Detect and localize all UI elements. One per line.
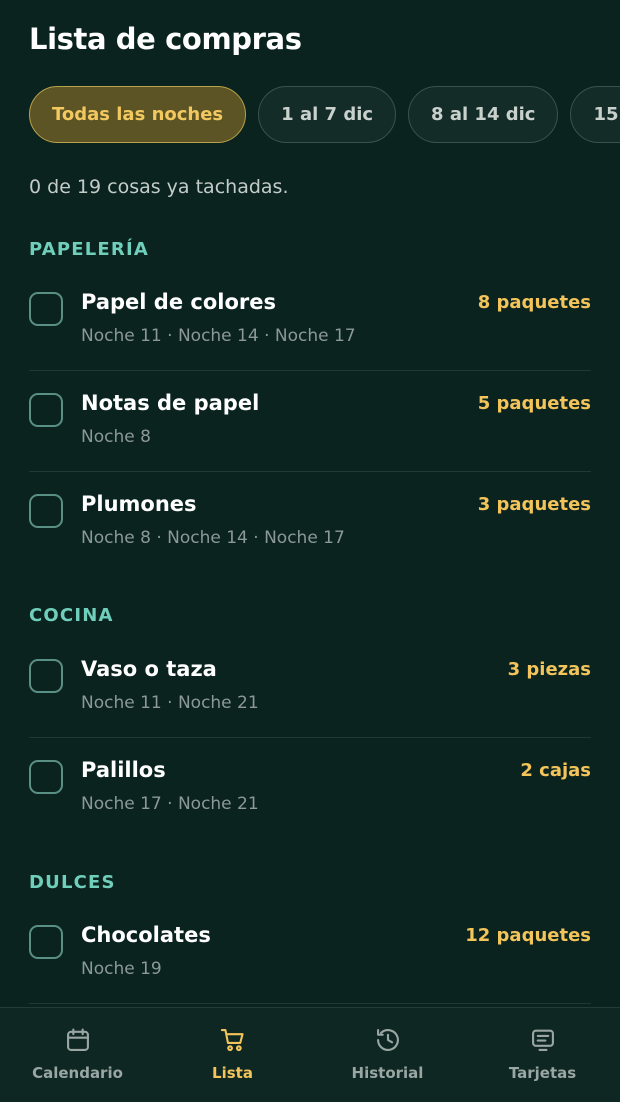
nav-label: Lista [212, 1064, 253, 1082]
cards-icon [531, 1029, 554, 1051]
nav-label: Calendario [32, 1064, 123, 1082]
item-quantity: 12 paquetes [465, 925, 591, 946]
nav-label: Historial [351, 1064, 424, 1082]
item-nights: Noche 17 · Noche 21 [81, 794, 259, 814]
date-filter-chips: Todas las noches 1 al 7 dic 8 al 14 dic … [29, 86, 620, 144]
nav-item-historial[interactable]: Historial [310, 1008, 465, 1102]
nav-item-calendario[interactable]: Calendario [0, 1008, 155, 1102]
nav-item-lista[interactable]: Lista [155, 1008, 310, 1102]
item-checkbox[interactable] [29, 659, 63, 693]
item-quantity: 3 paquetes [477, 494, 591, 515]
chip-week-1[interactable]: 1 al 7 dic [258, 86, 397, 143]
item-name: Chocolates [81, 923, 211, 947]
item-name: Papel de colores [81, 290, 276, 314]
item-name: Plumones [81, 492, 197, 516]
item-name: Vaso o taza [81, 657, 217, 681]
item-checkbox[interactable] [29, 760, 63, 794]
item-checkbox[interactable] [29, 925, 63, 959]
item-nights: Noche 8 · Noche 14 · Noche 17 [81, 528, 345, 548]
item-checkbox[interactable] [29, 494, 63, 528]
calendar-icon [66, 1028, 89, 1051]
item-nights: Noche 11 · Noche 14 · Noche 17 [81, 326, 356, 346]
cart-icon [220, 1029, 244, 1052]
item-nights: Noche 11 · Noche 21 [81, 693, 259, 713]
list-item: Notas de papel Noche 8 5 paquetes [29, 371, 591, 472]
item-quantity: 3 piezas [507, 659, 591, 680]
item-quantity: 8 paquetes [477, 292, 591, 313]
bottom-nav: Calendario Lista Historial Tarjetas [0, 1007, 620, 1102]
page-title: Lista de compras [29, 22, 302, 56]
chip-week-2[interactable]: 8 al 14 dic [408, 86, 559, 143]
history-icon [376, 1029, 399, 1051]
section-header-cocina: COCINA [29, 605, 114, 626]
item-quantity: 2 cajas [520, 760, 591, 781]
section-header-dulces: DULCES [29, 872, 116, 893]
section-header-papeleria: PAPELERÍA [29, 239, 150, 260]
list-item: Papel de colores Noche 11 · Noche 14 · N… [29, 270, 591, 371]
chip-week-3[interactable]: 15 al 21 dic [570, 86, 620, 143]
item-name: Palillos [81, 758, 166, 782]
list-item: Palillos Noche 17 · Noche 21 2 cajas [29, 738, 591, 839]
nav-label: Tarjetas [508, 1064, 577, 1082]
chip-all-nights[interactable]: Todas las noches [29, 86, 247, 143]
list-item: Vaso o taza Noche 11 · Noche 21 3 piezas [29, 637, 591, 738]
item-nights: Noche 19 [81, 959, 162, 979]
nav-item-tarjetas[interactable]: Tarjetas [465, 1008, 620, 1102]
item-checkbox[interactable] [29, 393, 63, 427]
list-item: Plumones Noche 8 · Noche 14 · Noche 17 3… [29, 472, 591, 573]
progress-text: 0 de 19 cosas ya tachadas. [29, 176, 289, 198]
item-quantity: 5 paquetes [477, 393, 591, 414]
item-nights: Noche 8 [81, 427, 151, 447]
item-checkbox[interactable] [29, 292, 63, 326]
item-name: Notas de papel [81, 391, 260, 415]
list-item: Chocolates Noche 19 12 paquetes [29, 903, 591, 1004]
